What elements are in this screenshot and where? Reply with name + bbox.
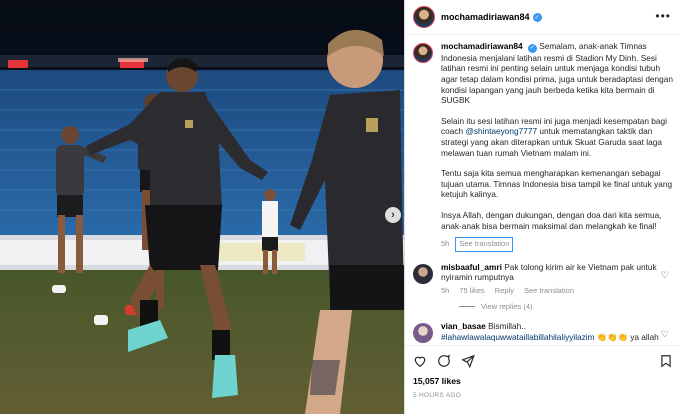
view-replies-button[interactable]: View replies (4): [459, 302, 673, 311]
more-icon[interactable]: •••: [655, 9, 671, 23]
mention-link[interactable]: @shintaeyong7777: [465, 126, 537, 136]
verified-badge-icon: ✓: [527, 43, 537, 53]
bookmark-icon[interactable]: [659, 354, 673, 368]
share-icon[interactable]: [461, 354, 475, 368]
post-side-panel: mochamadiriawan84 ✓ ••• mochamadiriawan8…: [404, 0, 680, 414]
avatar[interactable]: [413, 6, 435, 28]
comment-item: vian_basae Bismillah.. #lahawlawalaquwwa…: [413, 321, 673, 345]
post-header: mochamadiriawan84 ✓ •••: [405, 0, 680, 35]
caption-body: mochamadiriawan84 ✓ Semalam, anak-anak T…: [441, 41, 673, 252]
avatar[interactable]: [413, 323, 433, 344]
post-photo: ›: [0, 0, 404, 414]
comment-time: 5h: [441, 285, 450, 295]
comment-icon[interactable]: [437, 354, 451, 368]
caption-username[interactable]: mochamadiriawan84: [441, 41, 523, 51]
post-timestamp: 5 HOURS AGO: [413, 392, 462, 399]
see-translation-button[interactable]: See translation: [455, 237, 514, 252]
hashtag-link[interactable]: #lahawlawalaquwwataillabillahilaliyyilaz…: [441, 332, 595, 342]
post-actions: 15,057 likes 5 HOURS AGO: [405, 345, 680, 414]
comment-meta: 5h 75 likes Reply See translation: [441, 286, 665, 297]
caption-meta: 5h See translation: [441, 237, 673, 252]
chevron-right-icon[interactable]: ›: [385, 207, 401, 223]
header-username[interactable]: mochamadiriawan84: [441, 12, 530, 22]
comment-emoji: 👏👏👏: [596, 332, 628, 343]
comment-likes[interactable]: 75 likes: [459, 286, 484, 297]
caption-time: 5h: [441, 239, 450, 249]
reply-button[interactable]: Reply: [495, 286, 514, 297]
likes-count[interactable]: 15,057 likes: [413, 376, 673, 386]
heart-icon[interactable]: ♡: [661, 270, 669, 281]
heart-icon[interactable]: ♡: [661, 329, 669, 340]
heart-icon[interactable]: [413, 354, 427, 368]
caption: mochamadiriawan84 ✓ Semalam, anak-anak T…: [413, 41, 673, 252]
comment-text: Bismillah..: [488, 321, 526, 332]
caption-paragraph-4: Insya Allah, dengan dukungan, dengan doa…: [441, 209, 662, 231]
verified-badge-icon: ✓: [532, 12, 542, 22]
avatar[interactable]: [413, 263, 433, 284]
see-translation-button[interactable]: See translation: [524, 286, 574, 297]
training-photo: [0, 0, 404, 414]
comments-section[interactable]: mochamadiriawan84 ✓ Semalam, anak-anak T…: [405, 35, 680, 345]
comment-username[interactable]: vian_basae: [441, 321, 486, 331]
comment-item: misbaaful_amri Pak tolong kirim air ke V…: [413, 262, 673, 297]
caption-avatar[interactable]: [413, 43, 433, 63]
caption-paragraph-3: Tentu saja kita semua mengharapkan kemen…: [441, 168, 673, 200]
comment-username[interactable]: misbaaful_amri: [441, 262, 502, 272]
